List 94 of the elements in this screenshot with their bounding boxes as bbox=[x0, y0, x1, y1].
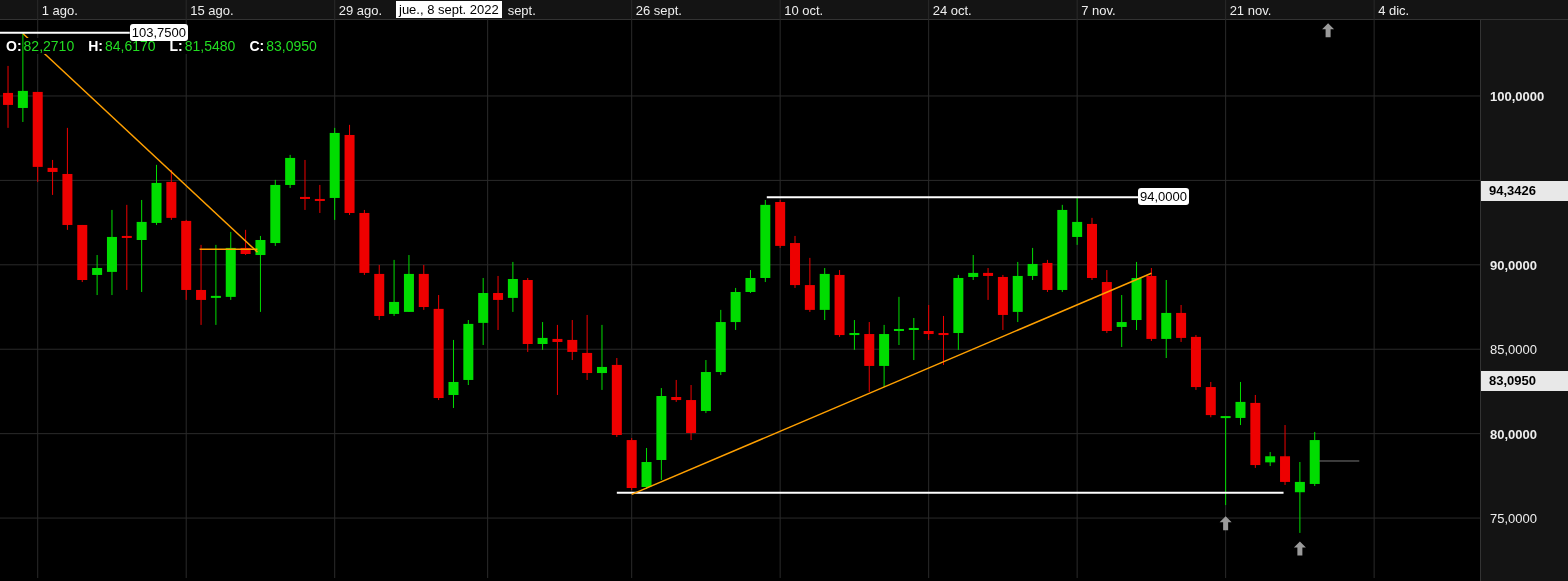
date-axis-label: 26 sept. bbox=[635, 3, 682, 18]
candlestick bbox=[879, 324, 890, 388]
candlestick bbox=[493, 275, 504, 331]
candlestick bbox=[151, 164, 162, 226]
price-axis-label: 100,0000 bbox=[1490, 89, 1545, 104]
candlestick bbox=[77, 224, 88, 283]
candlestick bbox=[1101, 269, 1112, 334]
price-axis-label: 90,0000 bbox=[1490, 257, 1537, 273]
candlestick bbox=[686, 384, 697, 441]
candlestick bbox=[537, 321, 548, 351]
date-axis-label: sept. bbox=[507, 3, 536, 18]
candlestick bbox=[1072, 197, 1083, 246]
candlestick bbox=[582, 314, 593, 381]
candlestick bbox=[507, 261, 518, 313]
candlestick bbox=[938, 315, 949, 366]
legend-value: 81,5480 bbox=[184, 38, 236, 54]
candlestick bbox=[626, 437, 637, 491]
candlestick bbox=[374, 264, 385, 321]
date-axis-label: 10 oct. bbox=[784, 3, 824, 18]
legend-label: O: bbox=[6, 38, 22, 54]
legend-value: 82,2710 bbox=[23, 38, 75, 54]
candlestick bbox=[567, 319, 578, 361]
candlestick bbox=[923, 304, 934, 341]
candlestick bbox=[1190, 334, 1201, 391]
candlestick bbox=[790, 235, 800, 289]
price-marker: 94,3426 bbox=[1481, 181, 1568, 202]
candlestick bbox=[403, 254, 414, 313]
legend-value: 83,0950 bbox=[266, 38, 317, 54]
date-axis-label: 1 ago. bbox=[41, 3, 78, 18]
candlestick bbox=[745, 269, 756, 294]
candlestick bbox=[700, 359, 711, 414]
candlestick bbox=[730, 287, 741, 331]
candlestick bbox=[47, 159, 58, 196]
candlestick bbox=[3, 65, 13, 129]
date-axis-label: 15 ago. bbox=[190, 3, 234, 18]
date-axis-label: 29 ago. bbox=[338, 3, 383, 18]
candlestick bbox=[1131, 261, 1142, 331]
candlestick bbox=[1235, 381, 1246, 426]
candlestick bbox=[418, 264, 429, 311]
candlestick bbox=[389, 259, 400, 317]
candlestick bbox=[1205, 381, 1216, 418]
candlestick bbox=[864, 321, 875, 393]
candlestick bbox=[968, 254, 979, 281]
legend-label: H: bbox=[88, 38, 103, 54]
price-axis-label: 75,0000 bbox=[1490, 511, 1537, 527]
price-marker: 83,0950 bbox=[1481, 371, 1568, 392]
candlestick bbox=[1116, 294, 1127, 348]
candlestick bbox=[225, 231, 236, 301]
date-axis-label: 21 nov. bbox=[1229, 3, 1272, 18]
candlestick bbox=[641, 447, 652, 490]
candlestick bbox=[1087, 217, 1097, 281]
date-axis-label: 4 dic. bbox=[1378, 3, 1410, 18]
candlestick bbox=[552, 324, 563, 396]
legend-label: C: bbox=[249, 38, 265, 54]
candlestick bbox=[1176, 304, 1187, 343]
candlestick bbox=[1309, 431, 1320, 487]
candlestick bbox=[597, 324, 607, 391]
date-axis-label: 7 nov. bbox=[1081, 3, 1116, 18]
candlestick bbox=[983, 267, 994, 301]
candlestick bbox=[715, 309, 726, 376]
candlestick bbox=[463, 319, 474, 386]
candlestick bbox=[1012, 261, 1023, 323]
candlestick bbox=[285, 154, 296, 189]
candlestick bbox=[1265, 451, 1276, 467]
candlestick bbox=[92, 254, 103, 296]
candlestick bbox=[834, 269, 845, 338]
candlestick bbox=[448, 339, 459, 409]
candlestick bbox=[240, 229, 251, 256]
candlestick bbox=[359, 209, 370, 276]
up-arrow-icon bbox=[1293, 541, 1306, 556]
date-axis-label: 24 oct. bbox=[932, 3, 972, 18]
candlestick bbox=[908, 317, 919, 361]
candlestick bbox=[478, 277, 489, 346]
candlestick bbox=[270, 179, 281, 247]
candlestick bbox=[997, 274, 1008, 331]
level-price-label: 94,0000 bbox=[1138, 188, 1189, 206]
up-arrow-icon bbox=[1322, 23, 1335, 38]
candlestick bbox=[166, 169, 177, 221]
candlestick bbox=[1042, 259, 1053, 293]
price-axis-label: 85,0000 bbox=[1490, 342, 1537, 358]
candlestick bbox=[819, 267, 830, 321]
candlestick bbox=[849, 319, 860, 351]
crosshair-date-label: jue., 8 sept. 2022 bbox=[396, 1, 502, 18]
candlestick bbox=[300, 159, 310, 211]
candlestick bbox=[893, 296, 904, 346]
candlestick bbox=[1280, 424, 1291, 486]
price-axis-label: 80,0000 bbox=[1490, 426, 1537, 442]
candlestick bbox=[804, 257, 815, 313]
candlestick bbox=[671, 379, 682, 403]
candlestick bbox=[314, 184, 325, 214]
candlestick bbox=[775, 199, 786, 249]
up-arrow-icon bbox=[1219, 516, 1232, 531]
level-line bbox=[1318, 460, 1360, 462]
candlestick bbox=[1027, 247, 1038, 281]
